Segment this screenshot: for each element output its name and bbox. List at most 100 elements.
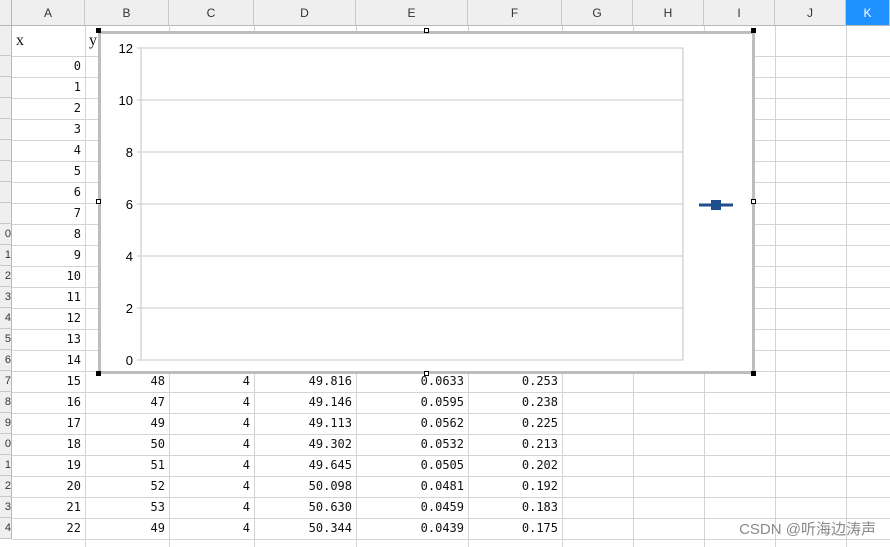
column-header-c[interactable]: C — [169, 0, 254, 26]
cell-value[interactable]: 0.213 — [468, 434, 562, 455]
cell-x-value[interactable]: 10 — [12, 266, 85, 287]
column-header-k[interactable]: K — [846, 0, 890, 26]
row-header[interactable]: 5 — [0, 329, 12, 350]
row-header[interactable] — [0, 182, 12, 203]
cell-value[interactable]: 52 — [85, 476, 169, 497]
row-header[interactable]: 7 — [0, 371, 12, 392]
cell-x-value[interactable]: 21 — [12, 497, 85, 518]
row-header[interactable] — [0, 26, 12, 56]
cell-value[interactable]: 50.098 — [254, 476, 356, 497]
spreadsheet[interactable]: ABCDEFGHIJK 012345678901234 xy0123456789… — [0, 0, 890, 547]
cell-value[interactable]: 50 — [85, 434, 169, 455]
cell-x-value[interactable]: 18 — [12, 434, 85, 455]
cell-x-value[interactable]: 16 — [12, 392, 85, 413]
cell-x-value[interactable]: 14 — [12, 350, 85, 371]
cell-value[interactable]: 47 — [85, 392, 169, 413]
cell-value[interactable]: 4 — [169, 518, 254, 539]
cell-value[interactable]: 0.0505 — [356, 455, 468, 476]
column-header-d[interactable]: D — [254, 0, 356, 26]
row-header[interactable] — [0, 161, 12, 182]
cell-value[interactable]: 49.113 — [254, 413, 356, 434]
row-header[interactable] — [0, 119, 12, 140]
row-header[interactable]: 8 — [0, 392, 12, 413]
cell-value[interactable]: 0.183 — [468, 497, 562, 518]
cell-x-value[interactable]: 20 — [12, 476, 85, 497]
cell-value[interactable]: 0.0532 — [356, 434, 468, 455]
cell-value[interactable]: 0.225 — [468, 413, 562, 434]
row-header[interactable]: 0 — [0, 434, 12, 455]
cell-value[interactable]: 4 — [169, 476, 254, 497]
cell-value[interactable]: 49.146 — [254, 392, 356, 413]
row-header[interactable] — [0, 140, 12, 161]
row-header[interactable]: 2 — [0, 476, 12, 497]
cell-x-value[interactable]: 11 — [12, 287, 85, 308]
select-all-corner[interactable] — [0, 0, 12, 26]
resize-handle[interactable] — [96, 371, 101, 376]
cell-value[interactable]: 0.0459 — [356, 497, 468, 518]
row-header[interactable]: 1 — [0, 245, 12, 266]
cell-x-value[interactable]: 0 — [12, 56, 85, 77]
column-header-e[interactable]: E — [356, 0, 468, 26]
cell-x-value[interactable]: 17 — [12, 413, 85, 434]
cell-x-value[interactable]: 19 — [12, 455, 85, 476]
column-header-b[interactable]: B — [85, 0, 169, 26]
cell-header-x[interactable]: x — [12, 26, 85, 56]
cell-x-value[interactable]: 12 — [12, 308, 85, 329]
cell-value[interactable]: 4 — [169, 392, 254, 413]
cell-x-value[interactable]: 5 — [12, 161, 85, 182]
cell-x-value[interactable]: 3 — [12, 119, 85, 140]
row-header[interactable] — [0, 203, 12, 224]
cell-x-value[interactable]: 2 — [12, 98, 85, 119]
cell-value[interactable]: 0.202 — [468, 455, 562, 476]
cell-value[interactable]: 4 — [169, 455, 254, 476]
row-header[interactable] — [0, 77, 12, 98]
chart-object[interactable]: 0 2 4 6 8 10 12 — [98, 31, 755, 374]
cell-x-value[interactable]: 1 — [12, 77, 85, 98]
cell-x-value[interactable]: 13 — [12, 329, 85, 350]
cell-value[interactable]: 0.0439 — [356, 518, 468, 539]
cell-value[interactable]: 4 — [169, 434, 254, 455]
resize-handle[interactable] — [96, 28, 101, 33]
row-header[interactable]: 1 — [0, 455, 12, 476]
cell-value[interactable]: 53 — [85, 497, 169, 518]
cell-value[interactable]: 0.175 — [468, 518, 562, 539]
cell-value[interactable]: 0.0595 — [356, 392, 468, 413]
cell-value[interactable]: 0.238 — [468, 392, 562, 413]
cell-x-value[interactable]: 7 — [12, 203, 85, 224]
row-header[interactable]: 6 — [0, 350, 12, 371]
resize-handle[interactable] — [751, 371, 756, 376]
resize-handle[interactable] — [751, 28, 756, 33]
cell-value[interactable]: 49 — [85, 518, 169, 539]
cell-x-value[interactable]: 6 — [12, 182, 85, 203]
row-header[interactable]: 3 — [0, 287, 12, 308]
cell-value[interactable]: 49.302 — [254, 434, 356, 455]
resize-handle[interactable] — [424, 371, 429, 376]
cell-value[interactable]: 4 — [169, 413, 254, 434]
cell-value[interactable]: 50.630 — [254, 497, 356, 518]
row-header[interactable]: 3 — [0, 497, 12, 518]
row-header[interactable]: 4 — [0, 518, 12, 539]
cell-value[interactable]: 51 — [85, 455, 169, 476]
resize-handle[interactable] — [96, 199, 101, 204]
column-header-i[interactable]: I — [704, 0, 775, 26]
row-header[interactable]: 0 — [0, 224, 12, 245]
column-header-f[interactable]: F — [468, 0, 562, 26]
cell-x-value[interactable]: 8 — [12, 224, 85, 245]
column-header-g[interactable]: G — [562, 0, 633, 26]
row-header[interactable]: 2 — [0, 266, 12, 287]
cell-value[interactable]: 0.0562 — [356, 413, 468, 434]
cell-value[interactable]: 4 — [169, 497, 254, 518]
row-header[interactable] — [0, 56, 12, 77]
cell-value[interactable]: 49 — [85, 413, 169, 434]
cell-x-value[interactable]: 15 — [12, 371, 85, 392]
cell-value[interactable]: 50.344 — [254, 518, 356, 539]
column-header-j[interactable]: J — [775, 0, 846, 26]
cell-x-value[interactable]: 22 — [12, 518, 85, 539]
cell-x-value[interactable]: 4 — [12, 140, 85, 161]
cell-value[interactable]: 0.192 — [468, 476, 562, 497]
resize-handle[interactable] — [751, 199, 756, 204]
resize-handle[interactable] — [424, 28, 429, 33]
cell-x-value[interactable]: 9 — [12, 245, 85, 266]
cell-value[interactable]: 49.645 — [254, 455, 356, 476]
row-header[interactable] — [0, 98, 12, 119]
